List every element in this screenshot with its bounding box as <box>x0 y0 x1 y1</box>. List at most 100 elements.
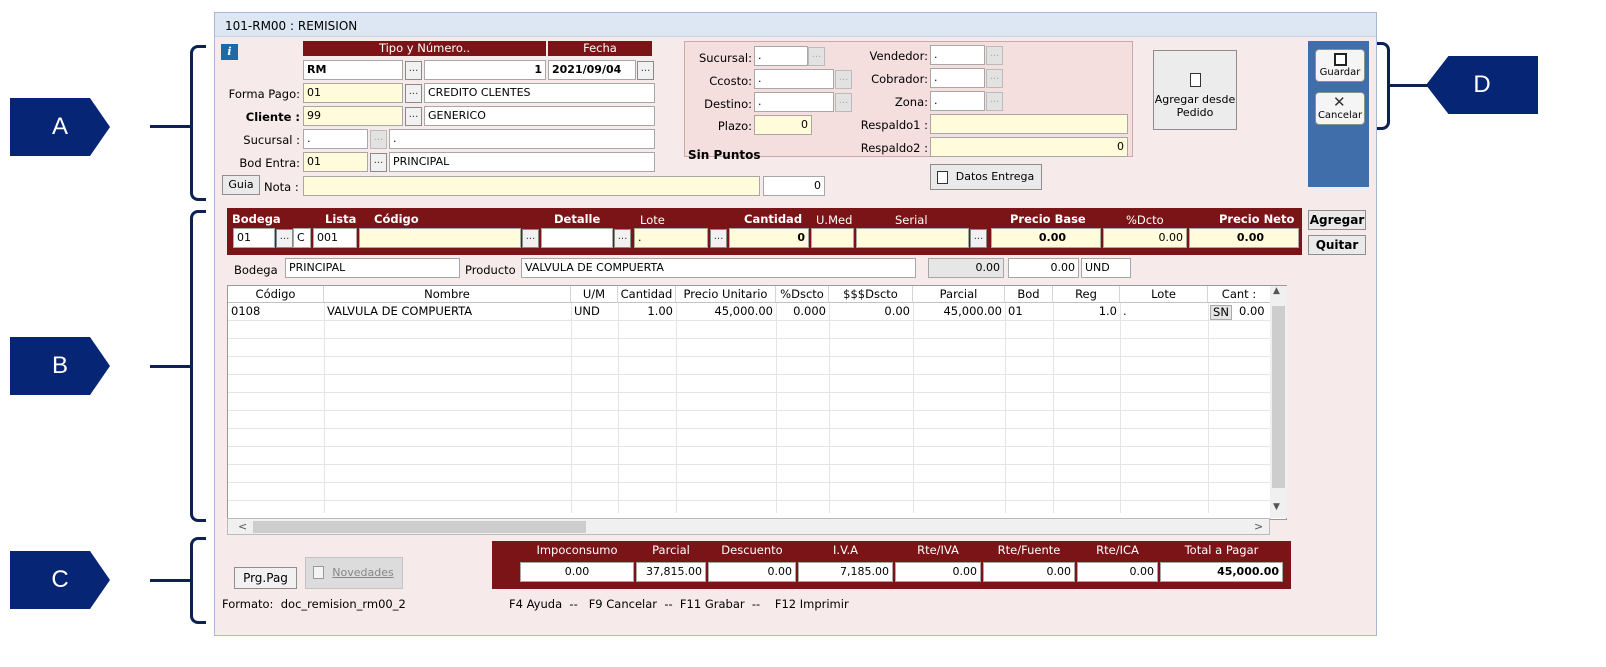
grid-row-line <box>228 500 1271 501</box>
entry-lista[interactable]: C <box>293 228 311 248</box>
table-cell: 1.00 <box>647 304 673 318</box>
guardar-button[interactable]: Guardar <box>1315 49 1365 82</box>
novedades-button[interactable]: Novedades <box>305 557 403 589</box>
callout-d: D <box>1426 56 1538 114</box>
cancelar-button[interactable]: ✕ Cancelar <box>1315 92 1365 125</box>
forma-pago-code[interactable]: 01 <box>303 83 403 103</box>
table-cell: . <box>1123 304 1127 318</box>
entry-head-bodega: Bodega <box>232 212 281 226</box>
entry-detalle-lookup[interactable]: ... <box>522 229 539 248</box>
grid-row-line <box>228 374 1271 375</box>
datos-entrega-button[interactable]: Datos Entrega <box>930 164 1042 190</box>
entry-head-precio-base: Precio Base <box>1010 212 1086 226</box>
bod-entra-code[interactable]: 01 <box>303 152 368 172</box>
p2-sucursal-lookup[interactable]: ... <box>808 47 825 66</box>
p2-sucursal-label: Sucursal: <box>698 51 752 65</box>
respaldo2-field[interactable]: 0 <box>930 137 1128 157</box>
plazo-field[interactable]: 0 <box>754 115 812 135</box>
scroll-right-icon[interactable]: > <box>1254 520 1263 533</box>
cliente-code[interactable]: 99 <box>303 106 403 126</box>
entry-precio-base[interactable]: 0.00 <box>991 228 1101 248</box>
horizontal-scrollbar[interactable]: < > <box>227 518 1270 535</box>
bracket-d-tip <box>1388 84 1428 87</box>
entry-head-dcto: %Dcto <box>1126 213 1164 227</box>
sucursal-code[interactable]: . <box>303 129 368 149</box>
fecha-field[interactable]: 2021/09/04 <box>548 60 636 80</box>
prg-pag-button[interactable]: Prg.Pag <box>234 567 297 589</box>
entry-serial[interactable] <box>856 228 969 248</box>
entry-lote[interactable]: . <box>634 228 708 248</box>
sucursal-lookup[interactable]: ... <box>370 130 387 149</box>
scroll-thumb[interactable] <box>1272 306 1285 488</box>
ccosto-field[interactable]: . <box>754 69 834 89</box>
scroll-down-icon[interactable]: ▼ <box>1273 502 1280 512</box>
entry-cantidad[interactable]: 0 <box>729 228 809 248</box>
tipo-lookup-button[interactable]: ... <box>405 61 422 80</box>
entry-head-codigo: Código <box>374 212 419 226</box>
bracket-a <box>190 45 206 201</box>
grid-row-line <box>228 428 1271 429</box>
entry-lote-lookup[interactable]: ... <box>614 229 631 248</box>
info-icon[interactable]: i <box>221 44 238 60</box>
totals-header: Impoconsumo <box>536 543 618 557</box>
zona-field[interactable]: . <box>930 91 985 111</box>
entry-codigo[interactable]: 001 <box>313 228 357 248</box>
zona-lookup[interactable]: ... <box>986 92 1003 111</box>
destino-field[interactable]: . <box>754 92 834 112</box>
callout-a: A <box>10 98 110 156</box>
grid-row-line <box>228 320 1271 321</box>
numero-field[interactable]: 1 <box>424 60 546 80</box>
vendedor-field[interactable]: . <box>930 45 985 65</box>
ccosto-lookup[interactable]: ... <box>835 70 852 89</box>
tipo-field[interactable]: RM <box>303 60 403 80</box>
guia-button[interactable]: Guia <box>222 175 260 195</box>
table-row[interactable]: 0108 VALVULA DE COMPUERTA UND 1.00 45,000.00… <box>228 286 1271 320</box>
table-cell: UND <box>574 304 600 318</box>
guardar-label: Guardar <box>1319 67 1361 78</box>
entry-head-lista: Lista <box>325 212 357 226</box>
entry-lote-a[interactable] <box>541 228 613 248</box>
cobrador-lookup[interactable]: ... <box>986 69 1003 88</box>
bod-entra-lookup[interactable]: ... <box>370 153 387 172</box>
cobrador-label: Cobrador: <box>871 72 928 86</box>
sn-button[interactable]: SN <box>1210 305 1232 320</box>
fecha-header: Fecha <box>548 41 652 56</box>
respaldo1-field[interactable] <box>930 114 1128 134</box>
bracket-b-tip <box>150 365 192 368</box>
vendedor-lookup[interactable]: ... <box>986 46 1003 65</box>
scroll-up-icon[interactable]: ▲ <box>1273 286 1280 296</box>
destino-lookup[interactable]: ... <box>835 93 852 112</box>
entry-serial-lookup[interactable]: ... <box>970 229 987 248</box>
cobrador-field[interactable]: . <box>930 68 985 88</box>
grid-row-line <box>228 410 1271 411</box>
entry-umed[interactable] <box>811 228 854 248</box>
entry-bodega-lookup[interactable]: ... <box>276 229 293 248</box>
fecha-picker-button[interactable]: ... <box>637 61 654 80</box>
entry-detalle[interactable] <box>359 228 521 248</box>
scroll-thumb-h[interactable] <box>253 521 586 533</box>
grid-row-line <box>228 482 1271 483</box>
entry-dcto[interactable]: 0.00 <box>1103 228 1187 248</box>
entry-lote2-lookup[interactable]: ... <box>710 229 727 248</box>
save-icon <box>1334 53 1347 66</box>
vendedor-label: Vendedor: <box>869 49 928 63</box>
entry-head-detalle: Detalle <box>554 212 601 226</box>
agregar-desde-pedido-button[interactable]: Agregar desde Pedido <box>1153 50 1237 130</box>
entry-precio-neto[interactable]: 0.00 <box>1189 228 1299 248</box>
bracket-b <box>190 210 206 522</box>
nota-field[interactable] <box>303 176 760 196</box>
entry-bodega[interactable]: 01 <box>233 228 275 248</box>
grid-row-line <box>228 464 1271 465</box>
vertical-scrollbar[interactable]: ▲ ▼ <box>1270 286 1287 518</box>
bod-entra-label: Bod Entra: <box>239 156 300 170</box>
agregar-button[interactable]: Agregar <box>1308 210 1366 230</box>
scroll-left-icon[interactable]: < <box>238 520 247 533</box>
p2-sucursal-field[interactable]: . <box>754 46 808 66</box>
forma-pago-label: Forma Pago: <box>228 87 300 101</box>
forma-pago-lookup[interactable]: ... <box>405 84 422 103</box>
quitar-button[interactable]: Quitar <box>1308 235 1366 255</box>
totals-header: Total a Pagar <box>1184 543 1259 557</box>
cliente-lookup[interactable]: ... <box>405 107 422 126</box>
items-table[interactable]: Código Nombre U/M Cantidad Precio Unitario %D… <box>227 285 1287 520</box>
info-bodega-label: Bodega <box>234 263 278 277</box>
